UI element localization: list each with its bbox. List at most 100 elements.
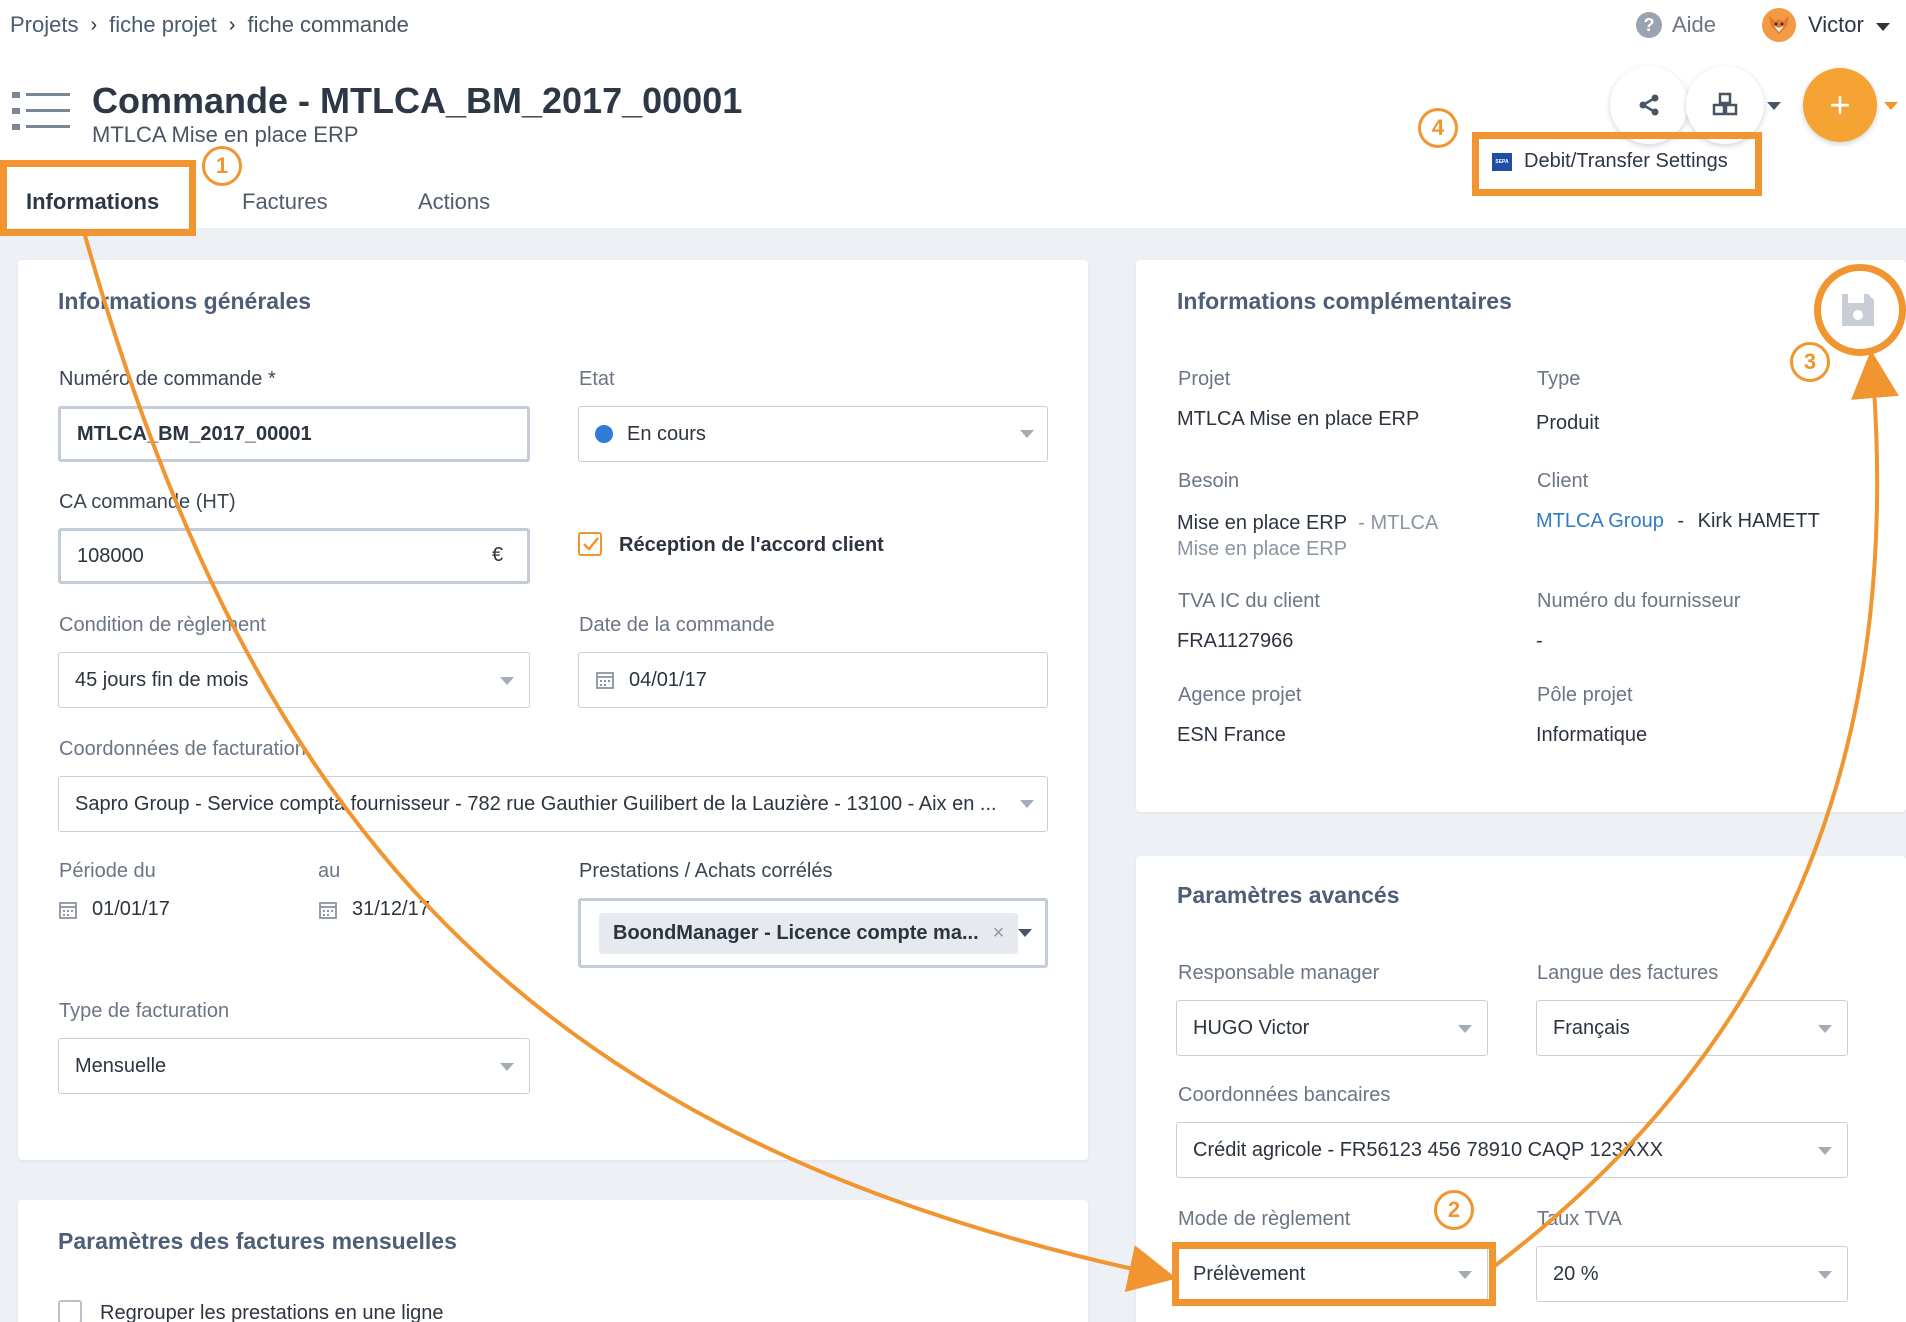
user-name: Victor bbox=[1808, 12, 1864, 37]
highlight-tab-informations bbox=[0, 160, 196, 236]
calendar-icon bbox=[596, 672, 614, 689]
project-agency-label: Agence projet bbox=[1178, 684, 1302, 706]
highlight-payment-mode bbox=[1172, 1242, 1496, 1306]
billing-type-label: Type de facturation bbox=[59, 1000, 230, 1022]
list-menu-icon[interactable] bbox=[12, 90, 70, 138]
invoice-language-select[interactable]: Français bbox=[1536, 1000, 1848, 1056]
breadcrumb-fiche-commande: fiche commande bbox=[247, 12, 409, 37]
manager-select[interactable]: HUGO Victor bbox=[1176, 1000, 1488, 1056]
chevron-down-icon bbox=[500, 677, 514, 685]
manager-label: Responsable manager bbox=[1178, 962, 1380, 984]
complementary-info-title: Informations complémentaires bbox=[1177, 288, 1512, 314]
add-dropdown-caret[interactable] bbox=[1884, 102, 1898, 110]
order-number-input[interactable]: MTLCA_BM_2017_00001 bbox=[58, 406, 530, 462]
period-from-label: Période du bbox=[59, 860, 156, 882]
services-select[interactable]: BoondManager - Licence compte ma... × bbox=[578, 898, 1048, 968]
order-date-input[interactable]: 04/01/17 bbox=[578, 652, 1048, 708]
project-label: Projet bbox=[1178, 368, 1231, 390]
chevron-right-icon: › bbox=[228, 13, 236, 36]
client-value: MTLCA Group - Kirk HAMETT bbox=[1536, 510, 1820, 532]
project-value: MTLCA Mise en place ERP bbox=[1177, 408, 1420, 430]
type-label: Type bbox=[1537, 368, 1581, 390]
chevron-down-icon bbox=[1818, 1271, 1832, 1279]
plus-icon: + bbox=[1829, 84, 1851, 125]
client-ack-label: Réception de l'accord client bbox=[619, 534, 884, 556]
chevron-down-icon bbox=[500, 1063, 514, 1071]
project-agency-value: ESN France bbox=[1177, 724, 1286, 746]
help-icon: ? bbox=[1636, 12, 1662, 38]
client-ack-checkbox[interactable] bbox=[578, 532, 602, 556]
order-number-label: Numéro de commande * bbox=[59, 368, 276, 390]
annotation-badge-4: 4 bbox=[1418, 108, 1458, 148]
user-menu[interactable]: Victor bbox=[1762, 8, 1890, 42]
supplier-number-value: - bbox=[1536, 630, 1543, 652]
chevron-down-icon bbox=[1020, 800, 1034, 808]
vat-rate-select[interactable]: 20 % bbox=[1536, 1246, 1848, 1302]
help-link[interactable]: ? Aide bbox=[1636, 12, 1716, 38]
annotation-badge-3: 3 bbox=[1790, 342, 1830, 382]
billing-type-select[interactable]: Mensuelle bbox=[58, 1038, 530, 1094]
billing-address-select[interactable]: Sapro Group - Service compta fournisseur… bbox=[58, 776, 1048, 832]
chevron-down-icon bbox=[1020, 430, 1034, 438]
currency-symbol: € bbox=[492, 544, 504, 566]
client-contact-link[interactable]: Kirk HAMETT bbox=[1698, 510, 1820, 532]
group-services-checkbox[interactable] bbox=[58, 1300, 82, 1322]
chevron-down-icon bbox=[1818, 1147, 1832, 1155]
group-services-label: Regrouper les prestations en une ligne bbox=[100, 1302, 444, 1322]
vat-ic-value: FRA1127966 bbox=[1177, 630, 1294, 652]
checkmark-icon bbox=[583, 537, 599, 551]
project-pole-value: Informatique bbox=[1536, 724, 1648, 746]
avatar bbox=[1762, 8, 1796, 42]
tab-actions[interactable]: Actions bbox=[418, 189, 490, 215]
need-label: Besoin bbox=[1178, 470, 1240, 492]
monthly-settings-title: Paramètres des factures mensuelles bbox=[58, 1228, 457, 1254]
need-value: Mise en place ERP - MTLCA Mise en place … bbox=[1177, 512, 1439, 560]
bank-details-label: Coordonnées bancaires bbox=[1178, 1084, 1391, 1106]
highlight-save-button bbox=[1814, 264, 1906, 356]
share-icon bbox=[1639, 94, 1659, 116]
breadcrumb-projets[interactable]: Projets bbox=[10, 12, 78, 38]
revenue-input[interactable]: 108000 bbox=[58, 528, 530, 584]
annotation-badge-1: 1 bbox=[202, 146, 242, 186]
advanced-settings-title: Paramètres avancés bbox=[1177, 882, 1400, 908]
calendar-icon bbox=[59, 901, 77, 919]
vat-ic-label: TVA IC du client bbox=[1178, 590, 1320, 612]
payment-mode-label: Mode de règlement bbox=[1178, 1208, 1351, 1230]
chevron-down-icon bbox=[1018, 929, 1032, 937]
annotation-badge-2: 2 bbox=[1434, 1190, 1474, 1230]
period-to-input[interactable]: 31/12/17 bbox=[318, 898, 430, 921]
cubes-icon bbox=[1712, 92, 1738, 116]
calendar-icon bbox=[319, 901, 337, 919]
period-to-label: au bbox=[318, 860, 341, 882]
need-link[interactable]: Mise en place ERP bbox=[1177, 512, 1347, 534]
state-label: Etat bbox=[579, 368, 615, 390]
apps-dropdown-caret[interactable] bbox=[1767, 102, 1781, 110]
supplier-number-label: Numéro du fournisseur bbox=[1537, 590, 1741, 612]
bank-details-select[interactable]: Crédit agricole - FR56123 456 78910 CAQP… bbox=[1176, 1122, 1848, 1178]
tab-factures[interactable]: Factures bbox=[242, 189, 328, 215]
chevron-down-icon bbox=[1818, 1025, 1832, 1033]
payment-condition-select[interactable]: 45 jours fin de mois bbox=[58, 652, 530, 708]
status-dot-icon bbox=[595, 425, 613, 443]
chevron-right-icon: › bbox=[90, 13, 98, 36]
billing-address-label: Coordonnées de facturation bbox=[59, 738, 306, 760]
remove-tag-icon[interactable]: × bbox=[993, 922, 1005, 945]
breadcrumb: Projets › fiche projet › fiche commande bbox=[10, 12, 409, 38]
chevron-down-icon bbox=[1875, 23, 1890, 31]
general-info-title: Informations générales bbox=[58, 288, 312, 314]
client-label: Client bbox=[1537, 470, 1589, 492]
add-button[interactable]: + bbox=[1803, 68, 1877, 142]
breadcrumb-fiche-projet[interactable]: fiche projet bbox=[109, 12, 217, 38]
period-from-input[interactable]: 01/01/17 bbox=[58, 898, 170, 921]
highlight-debit-transfer-settings bbox=[1472, 132, 1762, 196]
page-title: Commande - MTLCA_BM_2017_00001 bbox=[92, 80, 743, 121]
order-date-label: Date de la commande bbox=[579, 614, 775, 636]
revenue-label: CA commande (HT) bbox=[59, 491, 236, 513]
invoice-language-label: Langue des factures bbox=[1537, 962, 1719, 984]
client-company-link[interactable]: MTLCA Group bbox=[1536, 510, 1664, 532]
service-tag: BoondManager - Licence compte ma... × bbox=[599, 912, 1019, 954]
services-label: Prestations / Achats corrélés bbox=[579, 860, 833, 882]
state-select[interactable]: En cours bbox=[578, 406, 1048, 462]
type-value: Produit bbox=[1536, 412, 1600, 434]
help-label: Aide bbox=[1672, 12, 1717, 37]
